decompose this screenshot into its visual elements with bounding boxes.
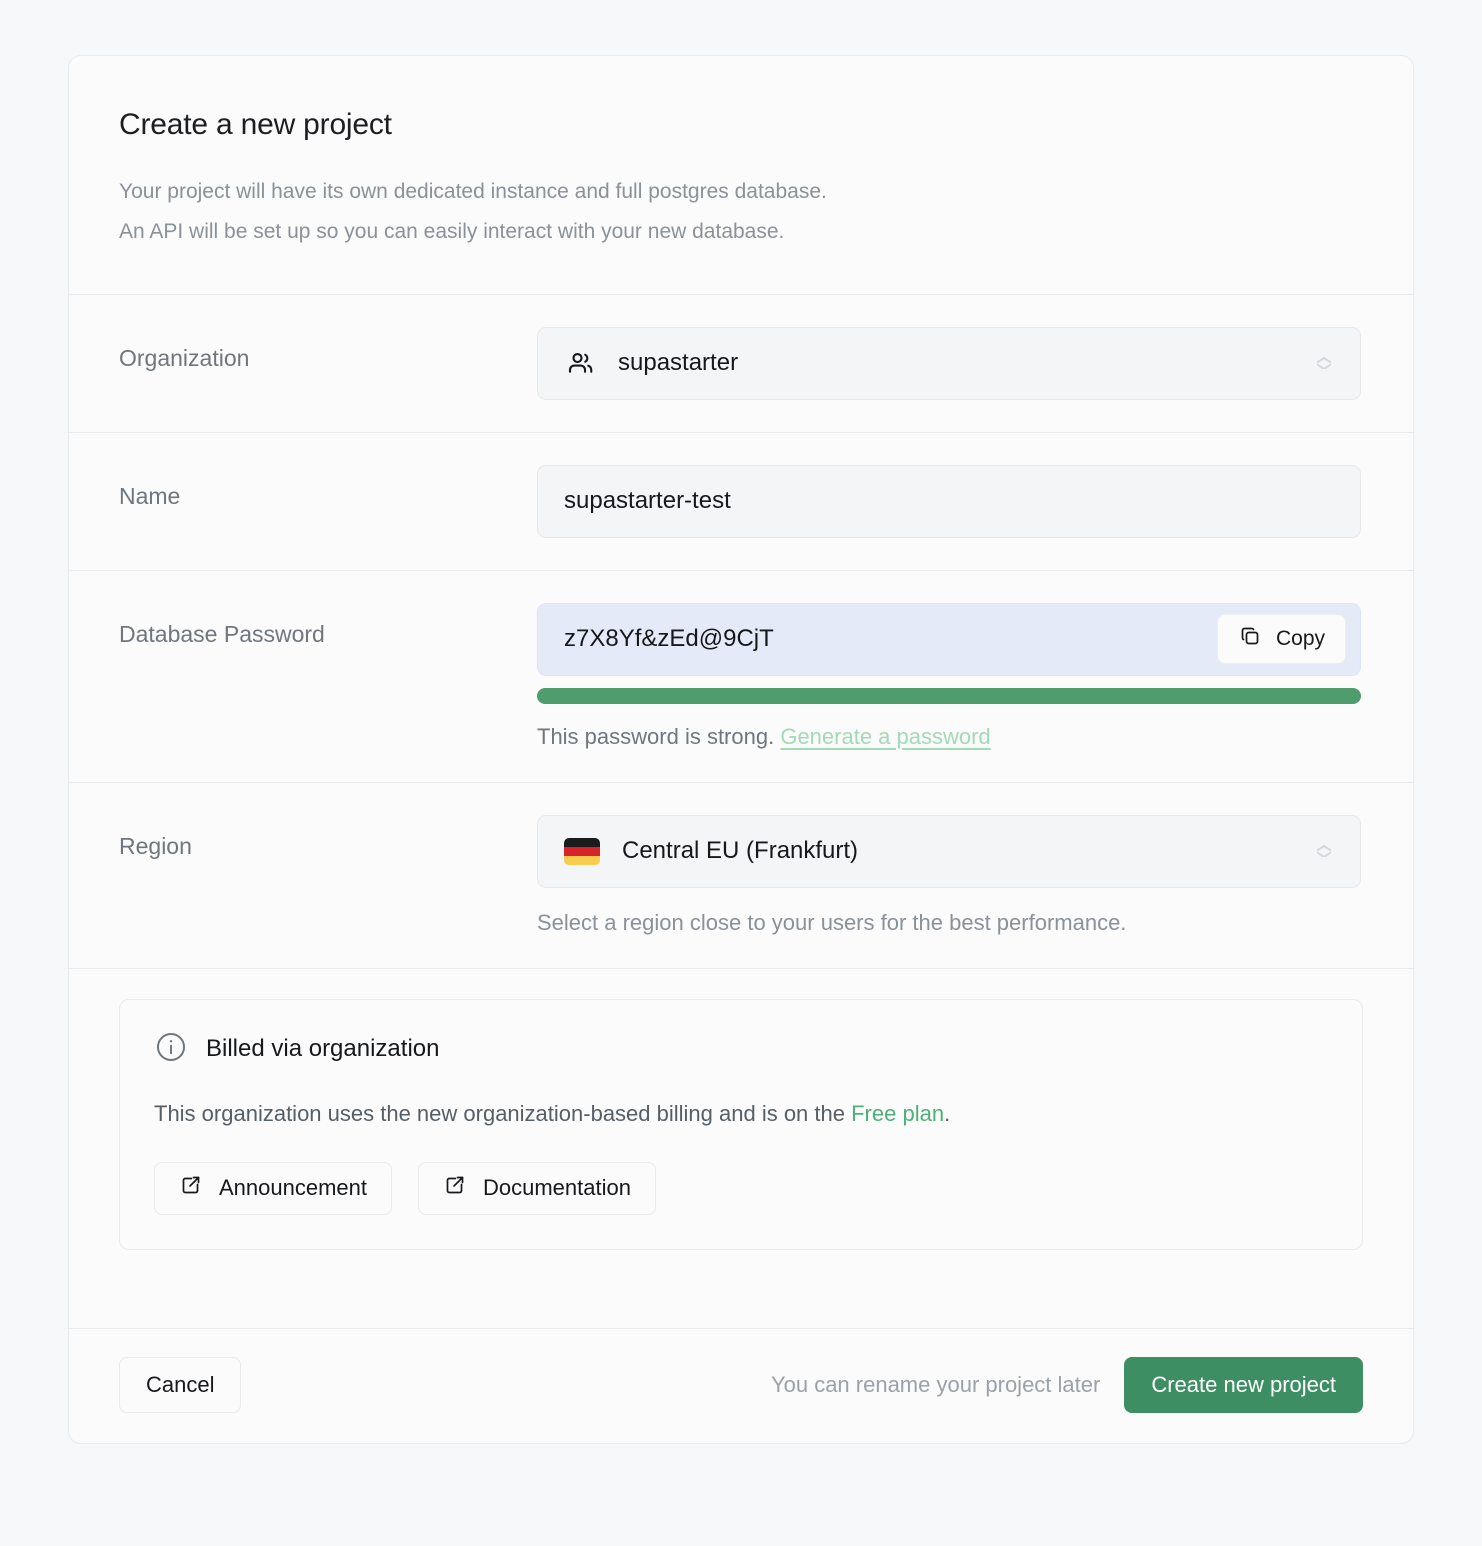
card-footer: Cancel You can rename your project later… — [69, 1329, 1413, 1443]
announcement-button[interactable]: Announcement — [154, 1161, 392, 1215]
copy-icon — [1238, 624, 1262, 654]
cancel-button[interactable]: Cancel — [119, 1356, 242, 1413]
card-header: Create a new project Your project will h… — [69, 56, 1413, 294]
chevron-up-down-icon — [1314, 845, 1334, 858]
documentation-button-label: Documentation — [483, 1175, 631, 1201]
chevron-up-down-icon — [1314, 357, 1334, 370]
organization-select[interactable]: supastarter — [537, 326, 1361, 400]
password-strength-bar — [537, 687, 1361, 704]
name-label: Name — [119, 482, 181, 509]
free-plan-link[interactable]: Free plan — [851, 1101, 944, 1126]
region-control: Central EU (Frankfurt) Select a region c… — [537, 814, 1361, 936]
create-project-card: Create a new project Your project will h… — [68, 55, 1414, 1444]
project-name-value: supastarter-test — [564, 487, 731, 515]
info-icon — [154, 1030, 188, 1069]
billing-section: Billed via organization This organizatio… — [69, 969, 1413, 1328]
organization-label: Organization — [119, 344, 250, 371]
database-password-control: z7X8Yf&zEd@9CjT Copy This password is st… — [537, 602, 1361, 750]
copy-password-button[interactable]: Copy — [1216, 614, 1346, 665]
password-strength-message: This password is strong. — [537, 723, 775, 749]
billing-header: Billed via organization — [154, 1030, 1328, 1069]
password-strength-text: This password is strong. Generate a pass… — [537, 724, 1361, 750]
copy-button-label: Copy — [1275, 627, 1325, 651]
description-line-2: An API will be set up so you can easily … — [119, 219, 785, 243]
organization-value: supastarter — [618, 349, 739, 377]
rename-note: You can rename your project later — [770, 1371, 1101, 1397]
documentation-button[interactable]: Documentation — [418, 1161, 656, 1215]
organization-row: Organization supastarter — [69, 295, 1413, 432]
name-row: Name supastarter-test — [69, 433, 1413, 570]
external-link-icon — [443, 1173, 467, 1203]
users-icon — [564, 347, 596, 379]
name-control: supastarter-test — [537, 464, 1361, 538]
region-select[interactable]: Central EU (Frankfurt) — [537, 814, 1361, 888]
external-link-icon — [179, 1173, 203, 1203]
project-name-input[interactable]: supastarter-test — [537, 464, 1361, 538]
billing-callout: Billed via organization This organizatio… — [119, 998, 1363, 1250]
footer-right: You can rename your project later Create… — [770, 1356, 1363, 1413]
announcement-button-label: Announcement — [219, 1175, 367, 1201]
germany-flag-icon — [564, 837, 600, 865]
region-helper-text: Select a region close to your users for … — [537, 909, 1127, 935]
billing-body: This organization uses the new organizat… — [154, 1099, 1328, 1130]
billing-actions: Announcement Documentation — [154, 1161, 1328, 1215]
description-line-1: Your project will have its own dedicated… — [119, 180, 827, 203]
database-password-row: Database Password z7X8Yf&zEd@9CjT Copy T… — [69, 571, 1413, 782]
page-title: Create a new project — [119, 108, 392, 141]
database-password-input[interactable]: z7X8Yf&zEd@9CjT Copy — [537, 602, 1361, 676]
generate-password-link[interactable]: Generate a password — [780, 724, 990, 749]
region-value: Central EU (Frankfurt) — [622, 837, 859, 865]
create-new-project-button[interactable]: Create new project — [1124, 1356, 1363, 1413]
billing-body-after: . — [944, 1100, 951, 1126]
region-row: Region Central EU (Frankfurt) Select a r… — [69, 783, 1413, 968]
region-label: Region — [119, 832, 192, 859]
billing-body-before: This organization uses the new organizat… — [154, 1100, 852, 1126]
database-password-label: Database Password — [119, 620, 325, 647]
organization-control: supastarter — [537, 326, 1361, 400]
card-description: Your project will have its own dedicated… — [119, 172, 1363, 252]
billing-title: Billed via organization — [206, 1035, 440, 1063]
page-background: Create a new project Your project will h… — [0, 0, 1482, 1546]
database-password-value: z7X8Yf&zEd@9CjT — [564, 625, 774, 653]
